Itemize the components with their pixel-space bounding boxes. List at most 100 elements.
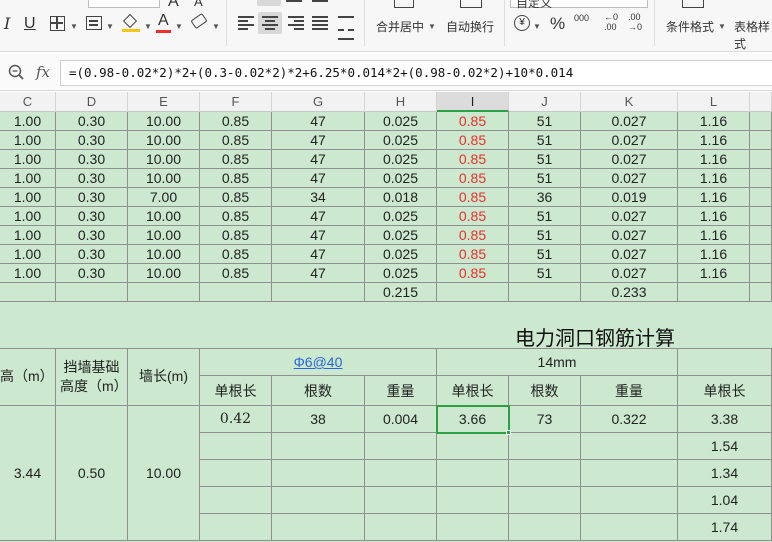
table-cell[interactable] bbox=[581, 514, 678, 541]
table-cell[interactable]: 0.30 bbox=[56, 188, 128, 207]
table-cell[interactable]: 0.85 bbox=[437, 226, 509, 245]
spreadsheet-grid[interactable]: CDEFGHIJKL 1.00 0.30 10.00 0.85 47 0.025 0.85 5… bbox=[0, 92, 772, 542]
table-cell[interactable]: 0.85 bbox=[200, 169, 272, 188]
chevron-down-icon[interactable]: ▼ bbox=[718, 22, 726, 31]
table-cell[interactable]: 0.30 bbox=[56, 264, 128, 283]
table-cell[interactable] bbox=[365, 514, 437, 541]
align-left-icon[interactable] bbox=[238, 16, 254, 30]
decrease-font-icon[interactable]: A bbox=[194, 0, 203, 10]
table-cell[interactable] bbox=[365, 460, 437, 487]
table-cell[interactable]: 0.027 bbox=[581, 169, 678, 188]
table-cell[interactable] bbox=[750, 150, 772, 169]
table-cell[interactable] bbox=[437, 433, 509, 460]
table-cell[interactable]: 0.027 bbox=[581, 264, 678, 283]
table-cell[interactable]: 1.00 bbox=[0, 226, 56, 245]
table-cell[interactable]: 51 bbox=[509, 150, 581, 169]
table-cell[interactable] bbox=[437, 487, 509, 514]
table-cell[interactable]: 1.00 bbox=[0, 207, 56, 226]
italic-button[interactable]: I bbox=[4, 16, 10, 32]
table-cell[interactable]: 34 bbox=[272, 188, 365, 207]
table-cell[interactable]: 0.85 bbox=[437, 169, 509, 188]
table-cell[interactable]: 47 bbox=[272, 150, 365, 169]
table-cell[interactable]: 1.00 bbox=[0, 245, 56, 264]
table-cell[interactable] bbox=[750, 131, 772, 150]
table-cell[interactable]: 0.027 bbox=[581, 207, 678, 226]
table-cell[interactable]: 0.027 bbox=[581, 131, 678, 150]
table-cell[interactable] bbox=[750, 112, 772, 131]
conditional-format-button[interactable]: 条件格式 bbox=[666, 18, 714, 35]
table-cell[interactable]: 0.027 bbox=[581, 226, 678, 245]
table-cell[interactable]: 0.85 bbox=[200, 150, 272, 169]
table-cell[interactable]: 0.85 bbox=[200, 131, 272, 150]
distributed-icon[interactable] bbox=[338, 16, 354, 40]
merge-center-icon[interactable] bbox=[394, 0, 414, 8]
table-cell[interactable]: 51 bbox=[509, 131, 581, 150]
table-style-button[interactable]: 表格样式 bbox=[734, 18, 772, 51]
table-cell[interactable]: 0.027 bbox=[581, 150, 678, 169]
table-cell[interactable]: 0.025 bbox=[365, 150, 437, 169]
table-cell[interactable]: 1.16 bbox=[678, 188, 750, 207]
table-cell[interactable]: 0.30 bbox=[56, 245, 128, 264]
table-cell[interactable] bbox=[200, 283, 272, 302]
table-cell[interactable] bbox=[128, 283, 200, 302]
chevron-down-icon[interactable]: ▼ bbox=[175, 22, 183, 31]
table-cell[interactable]: 47 bbox=[272, 207, 365, 226]
table-cell[interactable]: 1.16 bbox=[678, 264, 750, 283]
column-header-c[interactable]: C bbox=[0, 92, 56, 112]
fill-color-icon[interactable] bbox=[122, 13, 140, 32]
table-cell[interactable]: 10.00 bbox=[128, 131, 200, 150]
table-cell[interactable]: 0.30 bbox=[56, 207, 128, 226]
table-cell[interactable]: 47 bbox=[272, 245, 365, 264]
table-cell[interactable] bbox=[750, 226, 772, 245]
table-cell[interactable] bbox=[750, 169, 772, 188]
chevron-down-icon[interactable]: ▼ bbox=[533, 22, 541, 31]
wall-length-value[interactable]: 10.00 bbox=[128, 406, 200, 541]
column-header-i[interactable]: I bbox=[437, 92, 509, 112]
eraser-icon[interactable] bbox=[190, 12, 208, 30]
chevron-down-icon[interactable]: ▼ bbox=[106, 22, 114, 31]
base-height-value[interactable]: 0.50 bbox=[56, 406, 128, 541]
table-cell[interactable]: 0.025 bbox=[365, 226, 437, 245]
table-cell[interactable] bbox=[437, 283, 509, 302]
increase-font-icon[interactable]: A bbox=[168, 0, 179, 10]
total-cell-k[interactable]: 0.233 bbox=[581, 283, 678, 302]
column-header-j[interactable]: J bbox=[509, 92, 581, 112]
table-cell[interactable]: 1.00 bbox=[0, 150, 56, 169]
table-cell[interactable] bbox=[272, 433, 365, 460]
table-cell[interactable]: 0.30 bbox=[56, 112, 128, 131]
table-cell[interactable]: 0.85 bbox=[200, 264, 272, 283]
table-cell[interactable]: 10.00 bbox=[128, 264, 200, 283]
percent-button[interactable]: % bbox=[550, 15, 565, 32]
decrease-decimal-icon[interactable]: .00 →0 bbox=[628, 12, 642, 32]
column-header-d[interactable]: D bbox=[56, 92, 128, 112]
align-right-icon[interactable] bbox=[288, 16, 304, 30]
conditional-format-icon[interactable] bbox=[682, 0, 704, 8]
table-cell[interactable] bbox=[272, 283, 365, 302]
table-cell[interactable] bbox=[200, 487, 272, 514]
table-cell[interactable] bbox=[750, 188, 772, 207]
table-cell[interactable] bbox=[750, 245, 772, 264]
table-cell[interactable]: 0.85 bbox=[437, 207, 509, 226]
table-cell[interactable]: 51 bbox=[509, 112, 581, 131]
table-cell[interactable] bbox=[200, 514, 272, 541]
table-cell[interactable]: 0.30 bbox=[56, 131, 128, 150]
table-cell[interactable]: 0.027 bbox=[581, 245, 678, 264]
fill-handle[interactable] bbox=[506, 430, 511, 435]
table-cell[interactable]: 0.85 bbox=[200, 188, 272, 207]
table-cell[interactable]: 10.00 bbox=[128, 112, 200, 131]
thousands-button[interactable]: 000 bbox=[574, 13, 589, 23]
table-cell[interactable]: 0.027 bbox=[581, 112, 678, 131]
table-cell[interactable] bbox=[365, 487, 437, 514]
table-cell[interactable]: 0.025 bbox=[365, 264, 437, 283]
column-header-partial[interactable] bbox=[750, 92, 772, 112]
increase-decimal-icon[interactable]: ←0.00 bbox=[604, 12, 618, 32]
table-cell[interactable] bbox=[750, 207, 772, 226]
table-cell[interactable]: 0.85 bbox=[437, 150, 509, 169]
align-center-icon[interactable] bbox=[262, 16, 278, 30]
table-cell[interactable]: 0.025 bbox=[365, 131, 437, 150]
column-header-l[interactable]: L bbox=[678, 92, 750, 112]
table-cell[interactable]: 51 bbox=[509, 226, 581, 245]
wrap-text-icon[interactable] bbox=[460, 0, 482, 8]
fx-icon[interactable]: fx bbox=[36, 63, 50, 81]
table-cell[interactable]: 47 bbox=[272, 169, 365, 188]
